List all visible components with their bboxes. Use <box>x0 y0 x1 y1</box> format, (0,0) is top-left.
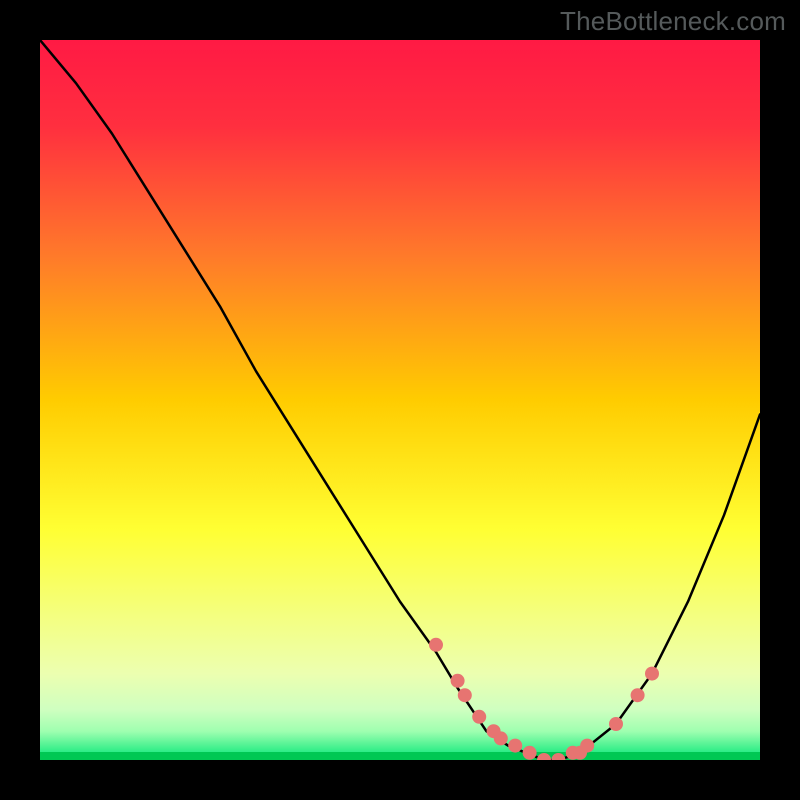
data-point <box>494 731 508 745</box>
data-point <box>458 688 472 702</box>
data-point <box>472 710 486 724</box>
data-point <box>609 717 623 731</box>
data-point <box>523 746 537 760</box>
chart-svg <box>40 40 760 760</box>
data-point <box>645 667 659 681</box>
data-point <box>429 638 443 652</box>
data-point <box>508 739 522 753</box>
watermark-label: TheBottleneck.com <box>560 6 786 37</box>
baseline-band <box>40 752 760 760</box>
data-point <box>631 688 645 702</box>
chart-frame: TheBottleneck.com <box>0 0 800 800</box>
data-point <box>451 674 465 688</box>
plot-area <box>40 40 760 760</box>
gradient-background <box>40 40 760 760</box>
data-point <box>580 739 594 753</box>
